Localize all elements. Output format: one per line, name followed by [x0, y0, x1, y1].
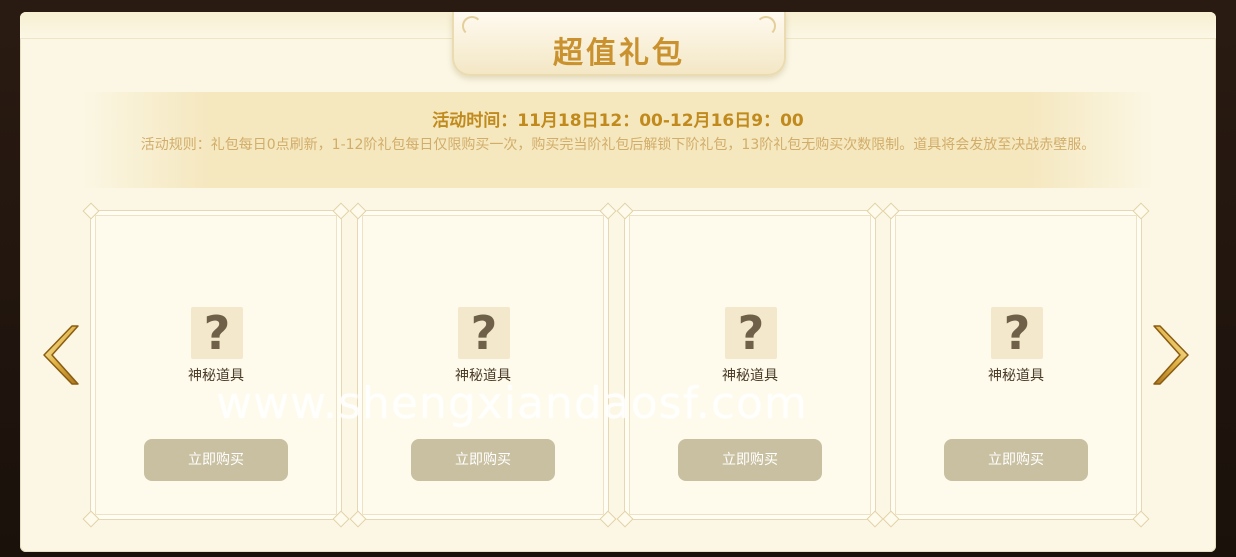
gift-card: ? 神秘道具 立即购买: [349, 202, 617, 528]
gift-card: ? 神秘道具 立即购买: [616, 202, 884, 528]
gift-card: ? 神秘道具 立即购买: [882, 202, 1150, 528]
buy-now-button[interactable]: 立即购买: [144, 439, 288, 481]
chevron-right-icon: [1153, 325, 1189, 385]
event-info-band: 活动时间：11月18日12：00-12月16日9：00 活动规则：礼包每日0点刷…: [82, 92, 1154, 188]
window-frame: 超值礼包 活动时间：11月18日12：00-12月16日9：00 活动规则：礼包…: [0, 0, 1236, 557]
question-mark-icon[interactable]: ?: [191, 307, 243, 359]
buy-now-button[interactable]: 立即购买: [411, 439, 555, 481]
buy-now-button[interactable]: 立即购买: [678, 439, 822, 481]
gift-card: ? 神秘道具 立即购买: [82, 202, 350, 528]
event-time: 活动时间：11月18日12：00-12月16日9：00: [432, 111, 804, 131]
buy-now-button[interactable]: 立即购买: [944, 439, 1088, 481]
item-name: 神秘道具: [988, 368, 1044, 384]
next-page-button[interactable]: [1146, 322, 1190, 388]
question-mark-icon[interactable]: ?: [991, 307, 1043, 359]
watermark: www.shengxiandaosf.com: [216, 378, 808, 429]
question-mark-icon[interactable]: ?: [725, 307, 777, 359]
title-tab: 超值礼包: [452, 12, 786, 76]
question-mark-icon[interactable]: ?: [458, 307, 510, 359]
prev-page-button[interactable]: [42, 322, 86, 388]
page-title: 超值礼包: [553, 36, 685, 71]
chevron-left-icon: [43, 325, 79, 385]
event-rules: 活动规则：礼包每日0点刷新，1-12阶礼包每日仅限购买一次，购买完当阶礼包后解锁…: [140, 137, 1096, 153]
